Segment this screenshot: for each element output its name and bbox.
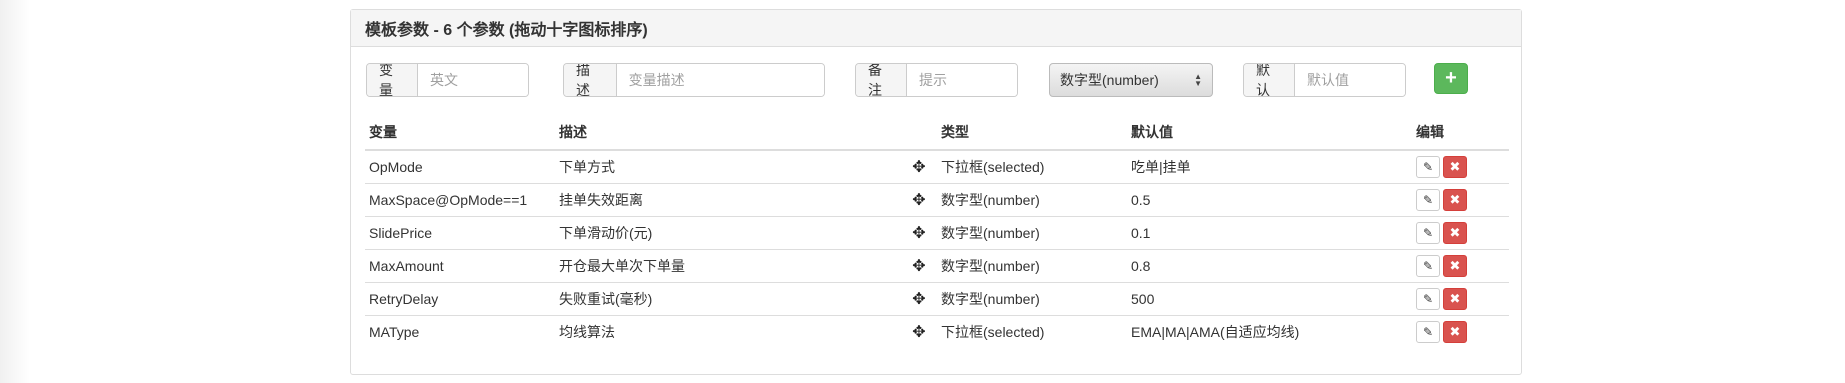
default-input-group: 默认 <box>1243 63 1406 97</box>
close-icon: ✖ <box>1449 191 1461 207</box>
close-icon: ✖ <box>1449 290 1461 306</box>
cell-default: 500 <box>1127 282 1412 316</box>
header-default: 默认值 <box>1127 114 1412 151</box>
description-input[interactable] <box>616 64 824 96</box>
delete-button[interactable]: ✖ <box>1443 254 1467 277</box>
move-icon[interactable]: ✥ <box>912 291 925 308</box>
pencil-icon: ✎ <box>1422 258 1434 273</box>
panel-title: 模板参数 - 6 个参数 (拖动十字图标排序) <box>351 10 1521 47</box>
default-input[interactable] <box>1295 64 1405 96</box>
cell-variable: MaxSpace@OpMode==1 <box>365 183 555 217</box>
note-label: 备注 <box>856 64 907 96</box>
description-input-group: 描述 <box>563 63 825 97</box>
cell-default: 0.1 <box>1127 216 1412 250</box>
note-input[interactable] <box>907 64 1017 96</box>
table-row: MaxAmount 开仓最大单次下单量 ✥ 数字型(number) 0.8 ✎ ✖ <box>365 249 1509 283</box>
close-icon: ✖ <box>1449 224 1461 240</box>
move-icon[interactable]: ✥ <box>912 159 925 176</box>
edit-button[interactable]: ✎ <box>1416 254 1440 277</box>
type-select-value: 数字型(number) <box>1060 72 1159 88</box>
pencil-icon: ✎ <box>1422 192 1434 207</box>
cell-default: 吃单|挂单 <box>1127 150 1412 184</box>
page-left-shadow <box>0 0 30 383</box>
close-icon: ✖ <box>1449 257 1461 273</box>
add-param-form: 变量 描述 备注 数字型(number) ▲▼ 默认 <box>351 47 1521 105</box>
template-params-panel: 模板参数 - 6 个参数 (拖动十字图标排序) 变量 描述 备注 数字型(num… <box>350 9 1522 375</box>
move-icon[interactable]: ✥ <box>912 258 925 275</box>
description-label: 描述 <box>564 64 617 96</box>
cell-variable: SlidePrice <box>365 216 555 250</box>
delete-button[interactable]: ✖ <box>1443 155 1467 178</box>
note-input-group: 备注 <box>855 63 1018 97</box>
type-select[interactable]: 数字型(number) ▲ ▼ <box>1049 63 1213 97</box>
header-description: 描述 <box>555 114 901 151</box>
cell-type: 下拉框(selected) <box>941 323 1045 340</box>
cell-type: 数字型(number) <box>937 249 1127 283</box>
cell-description: 下单滑动价(元) <box>555 216 901 250</box>
cell-description: 挂单失效距离 <box>555 183 901 217</box>
close-icon: ✖ <box>1449 323 1461 339</box>
cell-description: 失败重试(毫秒) <box>555 282 901 316</box>
edit-button[interactable]: ✎ <box>1416 155 1440 178</box>
cell-description: 均线算法 <box>559 323 615 340</box>
table-row: RetryDelay 失败重试(毫秒) ✥ 数字型(number) 500 ✎ ✖ <box>365 282 1509 316</box>
table-row: MaxSpace@OpMode==1 挂单失效距离 ✥ 数字型(number) … <box>365 183 1509 217</box>
pencil-icon: ✎ <box>1422 225 1434 240</box>
header-edit: 编辑 <box>1412 114 1509 151</box>
header-type: 类型 <box>937 114 1127 151</box>
edit-button[interactable]: ✎ <box>1416 287 1440 310</box>
select-arrows-icon: ▲ ▼ <box>1194 72 1202 88</box>
close-icon: ✖ <box>1449 158 1461 174</box>
delete-button[interactable]: ✖ <box>1443 188 1467 211</box>
cell-default: EMA|MA|AMA(自适应均线) <box>1131 323 1300 340</box>
delete-button[interactable]: ✖ <box>1443 221 1467 244</box>
cell-type: 下拉框(selected) <box>937 150 1127 184</box>
cell-variable: OpMode <box>365 150 555 184</box>
edit-button[interactable]: ✎ <box>1416 320 1440 343</box>
move-icon[interactable]: ✥ <box>912 192 925 209</box>
cell-variable: MaxAmount <box>365 249 555 283</box>
delete-button[interactable]: ✖ <box>1443 287 1467 310</box>
move-icon[interactable]: ✥ <box>912 225 925 242</box>
cell-default: 0.5 <box>1127 183 1412 217</box>
variable-label: 变量 <box>367 64 418 96</box>
variable-input[interactable] <box>418 64 528 96</box>
table-row: SlidePrice 下单滑动价(元) ✥ 数字型(number) 0.1 ✎ ✖ <box>365 216 1509 250</box>
table-row: OpMode 下单方式 ✥ 下拉框(selected) 吃单|挂单 ✎ ✖ <box>365 150 1509 184</box>
pencil-icon: ✎ <box>1422 159 1434 174</box>
add-param-button[interactable]: + <box>1434 63 1468 94</box>
move-icon[interactable]: ✥ <box>912 324 925 341</box>
edit-button[interactable]: ✎ <box>1416 221 1440 244</box>
table-row: MAType 均线算法 ✥ 下拉框(selected) EMA|MA|AMA(自… <box>365 315 1509 348</box>
cell-description: 下单方式 <box>555 150 901 184</box>
pencil-icon: ✎ <box>1422 324 1434 339</box>
delete-button[interactable]: ✖ <box>1443 320 1467 343</box>
variable-input-group: 变量 <box>366 63 529 97</box>
params-table: 变量 描述 类型 默认值 编辑 OpMode 下单方式 ✥ 下拉框(select… <box>365 114 1509 348</box>
default-label: 默认 <box>1244 64 1295 96</box>
plus-icon: + <box>1445 67 1457 89</box>
cell-type: 数字型(number) <box>937 183 1127 217</box>
cell-type: 数字型(number) <box>937 282 1127 316</box>
header-drag <box>901 114 937 151</box>
header-variable: 变量 <box>365 114 555 151</box>
cell-default: 0.8 <box>1127 249 1412 283</box>
edit-button[interactable]: ✎ <box>1416 188 1440 211</box>
cell-variable: RetryDelay <box>365 282 555 316</box>
table-header-row: 变量 描述 类型 默认值 编辑 <box>365 114 1509 151</box>
cell-variable: MAType <box>369 323 420 340</box>
cell-description: 开仓最大单次下单量 <box>555 249 901 283</box>
pencil-icon: ✎ <box>1422 291 1434 306</box>
cell-type: 数字型(number) <box>937 216 1127 250</box>
